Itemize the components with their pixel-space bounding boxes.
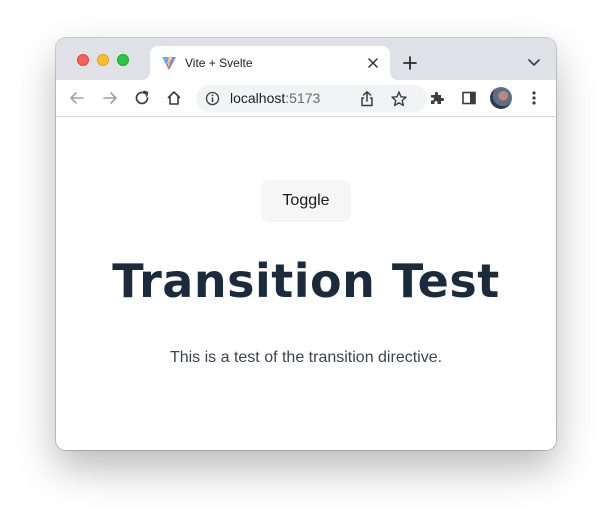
url-port: :5173 [285, 90, 321, 106]
browser-tab[interactable]: Vite + Svelte [150, 46, 390, 80]
browser-toolbar: localhost:5173 [56, 80, 556, 117]
address-bar[interactable]: localhost:5173 [196, 85, 427, 112]
window-maximize-button[interactable] [117, 54, 129, 66]
window-close-button[interactable] [77, 54, 89, 66]
info-icon[interactable] [205, 91, 220, 106]
extensions-puzzle-icon[interactable] [425, 86, 449, 110]
page-description: This is a test of the transition directi… [169, 349, 443, 366]
title-bar: Vite + Svelte [56, 38, 556, 80]
browser-window: Vite + Svelte localhost:5173 Toggle Tran… [56, 38, 556, 450]
vite-logo-icon [162, 56, 176, 70]
home-icon[interactable] [162, 86, 186, 110]
url-text[interactable]: localhost:5173 [230, 90, 320, 107]
tab-search-chevron-down-icon[interactable] [524, 53, 544, 73]
page-title: Transition Test [112, 254, 500, 308]
profile-avatar[interactable] [490, 87, 512, 109]
reload-icon[interactable] [130, 86, 154, 110]
tab-close-icon[interactable] [364, 54, 382, 72]
share-icon[interactable] [358, 90, 376, 108]
back-arrow-left-icon[interactable] [65, 86, 89, 110]
side-panel-icon[interactable] [457, 86, 481, 110]
page-content: Toggle Transition Test This is a test of… [56, 117, 556, 450]
forward-arrow-right-icon[interactable] [98, 86, 122, 110]
tab-title: Vite + Svelte [185, 56, 253, 70]
toggle-button[interactable]: Toggle [261, 180, 351, 222]
bookmark-star-icon[interactable] [390, 90, 408, 108]
new-tab-plus-icon[interactable] [399, 52, 421, 74]
window-minimize-button[interactable] [97, 54, 109, 66]
url-host: localhost [230, 90, 286, 106]
kebab-menu-icon[interactable] [522, 86, 546, 110]
